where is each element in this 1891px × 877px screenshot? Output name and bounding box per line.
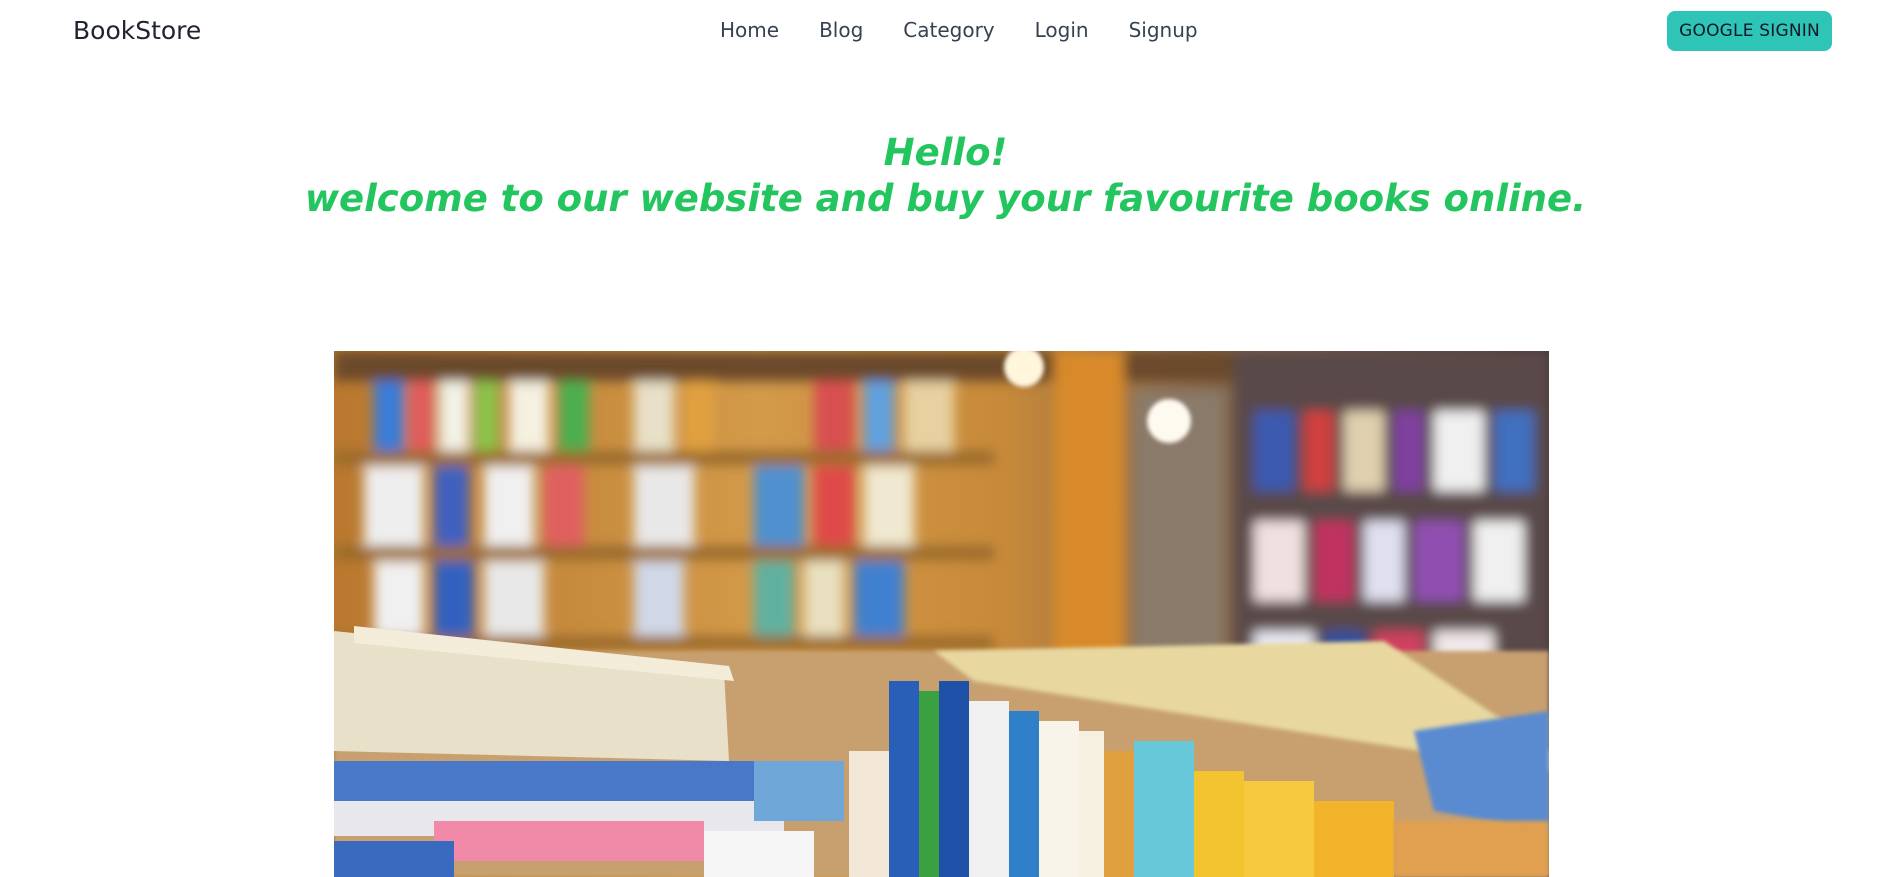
nav-links: Home Blog Category Login Signup xyxy=(720,18,1198,42)
nav-link-category[interactable]: Category xyxy=(903,18,994,42)
nav-link-blog[interactable]: Blog xyxy=(819,18,863,42)
nav-link-signup[interactable]: Signup xyxy=(1129,18,1198,42)
bookstore-hero-image xyxy=(334,351,1549,877)
navbar: BookStore Home Blog Category Login Signu… xyxy=(0,0,1891,66)
google-signin-button[interactable]: GOOGLE SIGNIN xyxy=(1667,11,1832,51)
nav-link-home[interactable]: Home xyxy=(720,18,779,42)
hero-greeting: Hello! xyxy=(883,131,1008,174)
hero-tagline: welcome to our website and buy your favo… xyxy=(304,177,1587,220)
hero-heading: Hello! welcome to our website and buy yo… xyxy=(0,130,1891,222)
nav-link-login[interactable]: Login xyxy=(1035,18,1089,42)
brand-logo[interactable]: BookStore xyxy=(73,16,201,45)
